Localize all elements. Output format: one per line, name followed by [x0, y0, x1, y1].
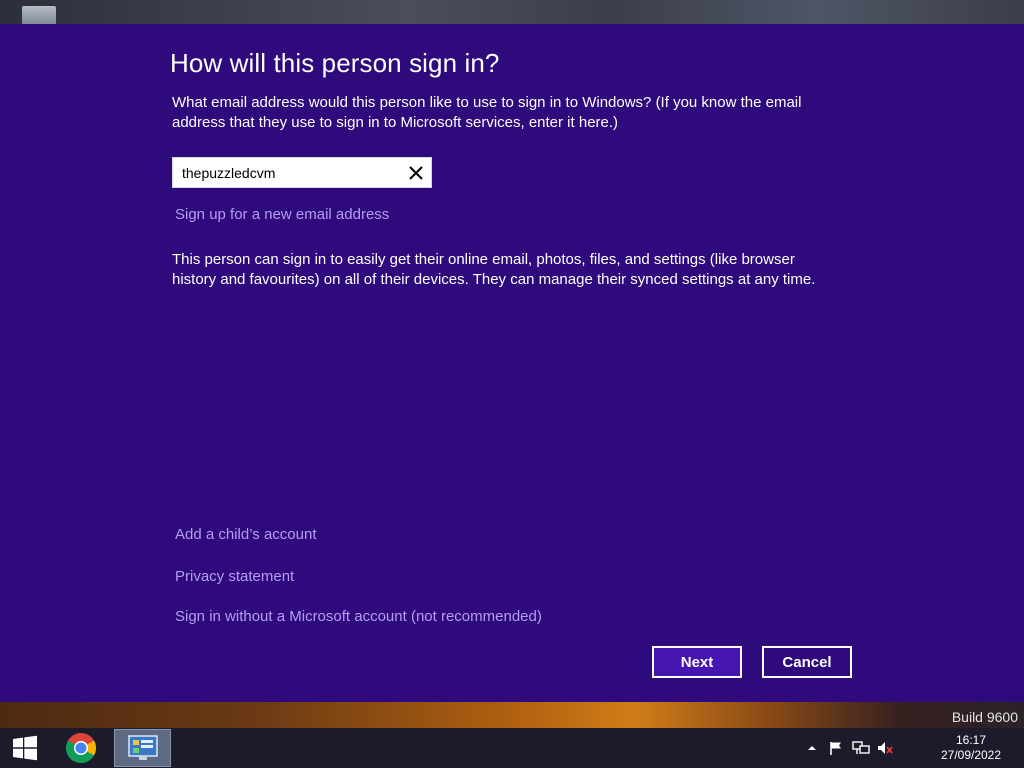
control-panel-taskbar-button[interactable]	[114, 729, 171, 767]
tray-up-arrow-icon	[808, 746, 816, 750]
taskbar-clock[interactable]: 16:17 27/09/2022	[936, 733, 1006, 763]
control-panel-icon	[127, 735, 158, 760]
chrome-taskbar-button[interactable]	[58, 728, 104, 768]
sync-info-text: This person can sign in to easily get th…	[172, 251, 816, 288]
clear-email-button[interactable]	[405, 162, 427, 184]
chrome-icon	[65, 733, 97, 764]
local-account-link[interactable]: Sign in without a Microsoft account (not…	[175, 608, 542, 625]
desktop-wallpaper-top	[0, 0, 1024, 24]
email-description: What email address would this person lik…	[172, 94, 802, 131]
next-button[interactable]: Next	[652, 646, 742, 678]
recycle-bin-icon[interactable]	[22, 6, 56, 24]
build-watermark: Build 9600	[951, 709, 1018, 725]
volume-button[interactable]	[874, 728, 896, 768]
network-icon	[852, 741, 870, 754]
email-field-container	[172, 157, 432, 188]
privacy-statement-link[interactable]: Privacy statement	[175, 568, 294, 585]
sign-in-dialog: How will this person sign in? What email…	[0, 24, 1024, 702]
cancel-button[interactable]: Cancel	[762, 646, 852, 678]
windows-start-icon	[13, 735, 37, 761]
clock-date: 27/09/2022	[940, 748, 1002, 762]
taskbar: 16:17 27/09/2022	[0, 728, 1024, 768]
volume-muted-icon	[878, 742, 893, 754]
start-button[interactable]	[0, 728, 50, 768]
desktop-wallpaper-bottom	[0, 702, 1024, 728]
add-child-account-link[interactable]: Add a child’s account	[175, 526, 316, 543]
tray-overflow-button[interactable]	[804, 728, 820, 768]
email-field[interactable]	[173, 158, 401, 187]
close-icon	[409, 166, 423, 180]
signup-email-link[interactable]: Sign up for a new email address	[175, 206, 389, 223]
action-center-button[interactable]	[826, 728, 846, 768]
network-button[interactable]	[850, 728, 872, 768]
clock-time: 16:17	[955, 733, 987, 747]
page-title: How will this person sign in?	[170, 48, 500, 78]
action-center-flag-icon	[830, 742, 841, 755]
